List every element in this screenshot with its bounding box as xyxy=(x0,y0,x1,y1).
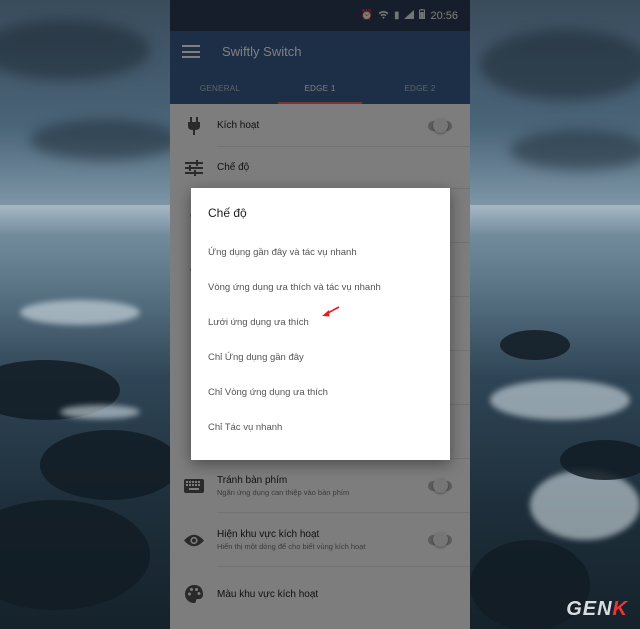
option-quick-actions-only[interactable]: Chỉ Tác vụ nhanh xyxy=(208,410,450,445)
watermark-main: GEN xyxy=(566,598,613,620)
option-favorite-circle-only[interactable]: Chỉ Vòng ứng dụng ưa thích xyxy=(208,375,450,410)
dialog-title: Chế độ xyxy=(208,206,247,220)
watermark-accent: K xyxy=(612,598,628,620)
background-right xyxy=(470,0,640,629)
mode-dialog: Chế độ Ứng dụng gần đây và tác vụ nhanh … xyxy=(191,188,450,460)
watermark-logo: GENK xyxy=(566,598,628,621)
background-left xyxy=(0,0,170,629)
option-favorite-circle-and-quick-actions[interactable]: Vòng ứng dụng ưa thích và tác vụ nhanh xyxy=(208,270,450,305)
option-recent-apps-only[interactable]: Chỉ Ứng dụng gần đây xyxy=(208,340,450,375)
option-recent-apps-and-quick-actions[interactable]: Ứng dụng gần đây và tác vụ nhanh xyxy=(208,235,450,270)
annotation-arrow-icon xyxy=(322,306,340,317)
